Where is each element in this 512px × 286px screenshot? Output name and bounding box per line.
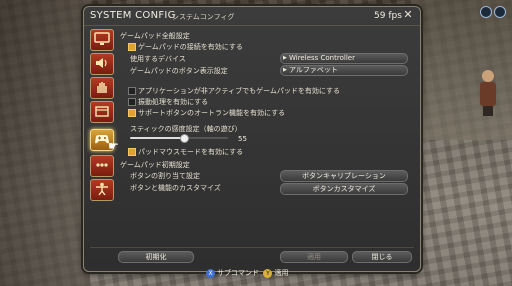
section-init-title: ゲームパッド初期設定 [120,161,190,169]
autorun-label: サポートボタンのオートラン機能を有効にする [138,109,286,117]
tab-display[interactable] [90,29,114,51]
device-dropdown[interactable]: ▶ Wireless Controller [280,53,408,64]
dropdown-arrow-icon: ▶ [283,55,287,61]
background-wall [0,0,90,286]
pad-mouse-label: パッドマウスモードを有効にする [138,148,244,156]
tab-accessibility[interactable] [90,179,114,201]
apply-hint: 適用 [274,269,289,277]
stick-sensitivity-slider[interactable] [130,134,228,143]
tab-sound[interactable] [90,53,114,75]
vibration-checkbox[interactable] [128,98,136,106]
vibration-label: 振動処理を有効にする [138,98,209,106]
tray-icon-right [494,6,506,18]
fps-counter: 59 fps [374,11,402,21]
character-sprite [478,70,498,116]
window-subtitle: システムコンフィグ [172,13,235,21]
monitor-icon [94,32,110,45]
reset-button[interactable]: 初期化 [118,251,194,263]
device-value: Wireless Controller [289,54,355,62]
dots-icon [96,163,108,167]
footer-divider [90,247,414,248]
x-button-glyph-icon: X [206,268,215,278]
stick-sensitivity-value: 55 [238,135,247,143]
autorun-checkbox[interactable] [128,109,136,117]
enable-gamepad-label: ゲームパッドの接続を有効にする [138,43,243,51]
button-display-dropdown[interactable]: ▶ アルファベット [280,65,408,76]
inactive-gamepad-label: アプリケーションが非アクティブでもゲームパッドを有効にする [138,87,340,95]
system-tray-icons [480,4,508,20]
close-button[interactable]: 閉じる [352,251,412,263]
slider-thumb[interactable] [179,134,189,143]
button-customize-button[interactable]: ボタンカスタマイズ [280,183,408,195]
close-icon[interactable]: ✕ [402,9,414,21]
system-config-window: SYSTEM CONFIG システムコンフィグ 59 fps ✕ ☛ ゲームパッ… [83,6,421,272]
settings-panel: ゲームパッド全般設定 ゲームパッドの接続を有効にする 使用するデバイス ▶ Wi… [120,29,416,244]
window-title: SYSTEM CONFIG [90,10,176,21]
stick-sensitivity-label: スティックの感度設定（軸の遊び） [130,125,242,133]
tab-character[interactable] [90,77,114,99]
controller-hint-bar: X サブコマンド Y 適用 [206,268,288,280]
person-icon [96,182,108,196]
tab-other[interactable] [90,101,114,123]
box-icon [95,106,109,117]
pad-mouse-checkbox[interactable] [128,148,136,156]
enable-gamepad-checkbox[interactable] [128,43,136,51]
device-label: 使用するデバイス [130,55,186,63]
button-assign-label: ボタンの割り当て設定 [130,172,200,180]
button-display-value: アルファベット [289,66,338,74]
button-display-label: ゲームパッドのボタン表示設定 [130,67,228,75]
subcommand-hint: サブコマンド [217,269,259,277]
section-general-title: ゲームパッド全般設定 [120,32,190,40]
apply-button[interactable]: 適用 [280,251,348,263]
dropdown-arrow-icon: ▶ [283,67,287,73]
speaker-icon [96,58,107,68]
inactive-gamepad-checkbox[interactable] [128,87,136,95]
y-button-glyph-icon: Y [263,268,273,278]
tray-icon-left [480,6,492,18]
button-custom-label: ボタンと機能のカスタマイズ [130,184,221,192]
tab-misc[interactable] [90,155,114,177]
title-bar: SYSTEM CONFIG システムコンフィグ 59 fps ✕ [84,7,420,26]
button-calibration-button[interactable]: ボタンキャリブレーション [280,170,408,182]
slider-fill [130,137,184,139]
hand-icon [97,82,107,93]
